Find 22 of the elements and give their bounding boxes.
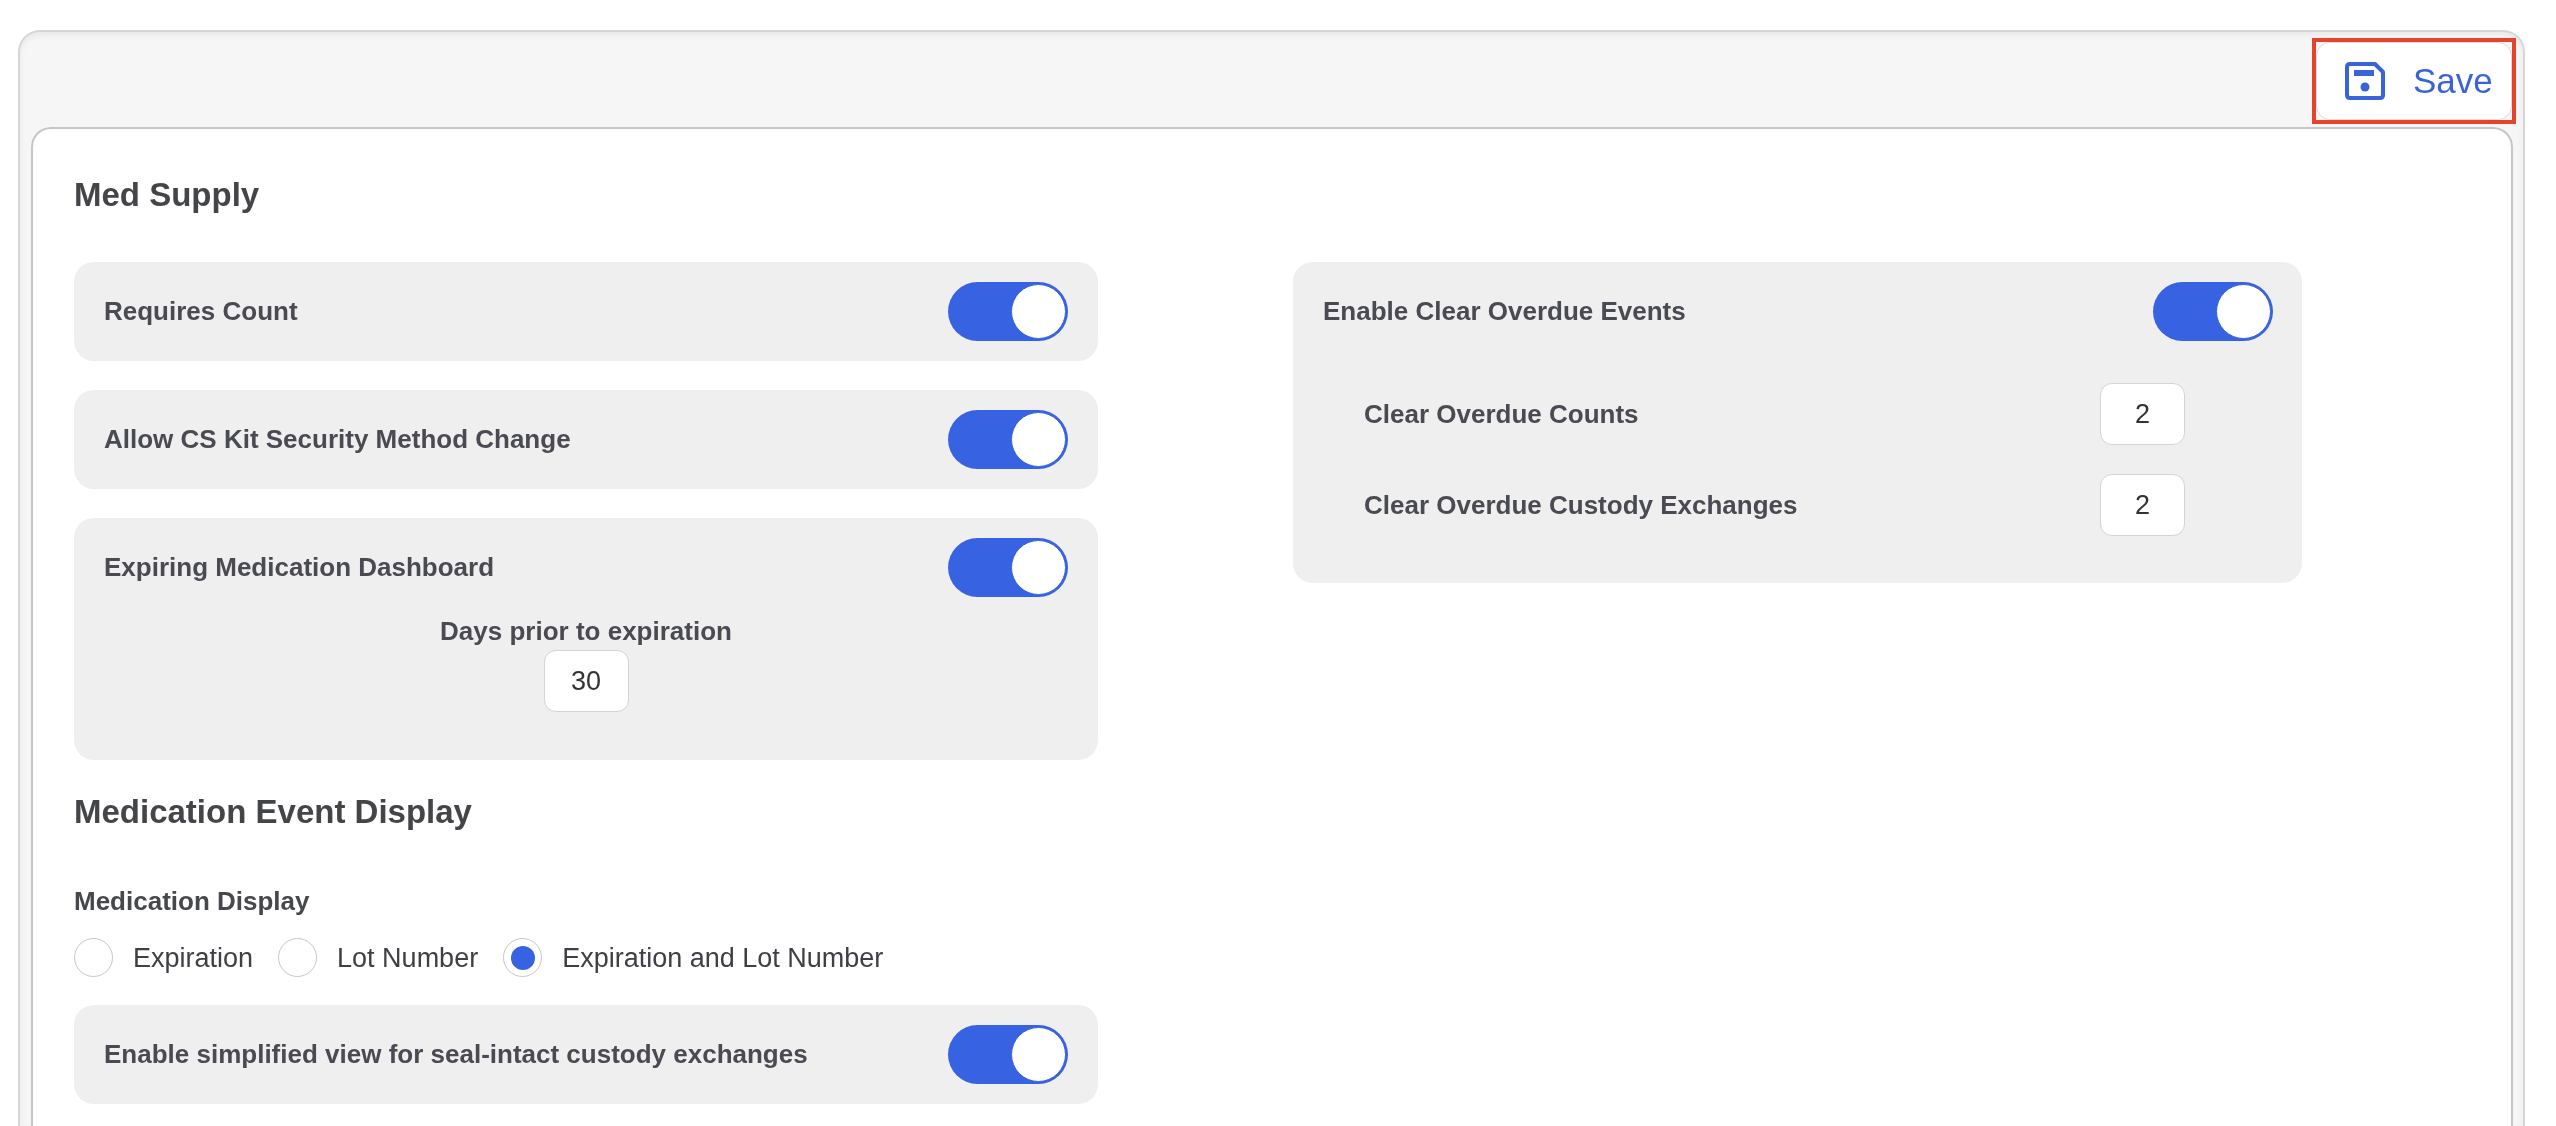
radio-label[interactable]: Lot Number: [337, 941, 479, 974]
group-label: Medication Display: [74, 886, 310, 917]
radio-button[interactable]: [278, 938, 318, 977]
radio-label[interactable]: Expiration and Lot Number: [562, 941, 884, 974]
setting-label: Requires Count: [104, 296, 298, 327]
radio-button[interactable]: [74, 938, 113, 977]
setting-label: Enable simplified view for seal-intact custody exchanges: [104, 1039, 808, 1070]
radio-label[interactable]: Expiration: [133, 941, 254, 974]
number-input[interactable]: 30: [543, 650, 629, 712]
save-icon: [2345, 62, 2385, 100]
field-label: Days prior to expiration: [440, 616, 732, 647]
setting-label: Expiring Medication Dashboard: [104, 552, 495, 583]
section-title: Med Supply: [74, 175, 260, 215]
field-label: Clear Overdue Counts: [1364, 398, 1639, 430]
radio-button[interactable]: [503, 938, 543, 977]
save-button[interactable]: Save: [2316, 42, 2512, 120]
setting-label: Allow CS Kit Security Method Change: [104, 424, 571, 455]
number-input[interactable]: 2: [2100, 474, 2185, 536]
number-input[interactable]: 2: [2100, 383, 2185, 445]
setting-label: Enable Clear Overdue Events: [1323, 296, 1686, 327]
field-label: Clear Overdue Custody Exchanges: [1364, 489, 1798, 521]
section-title: Medication Event Display: [74, 792, 472, 832]
